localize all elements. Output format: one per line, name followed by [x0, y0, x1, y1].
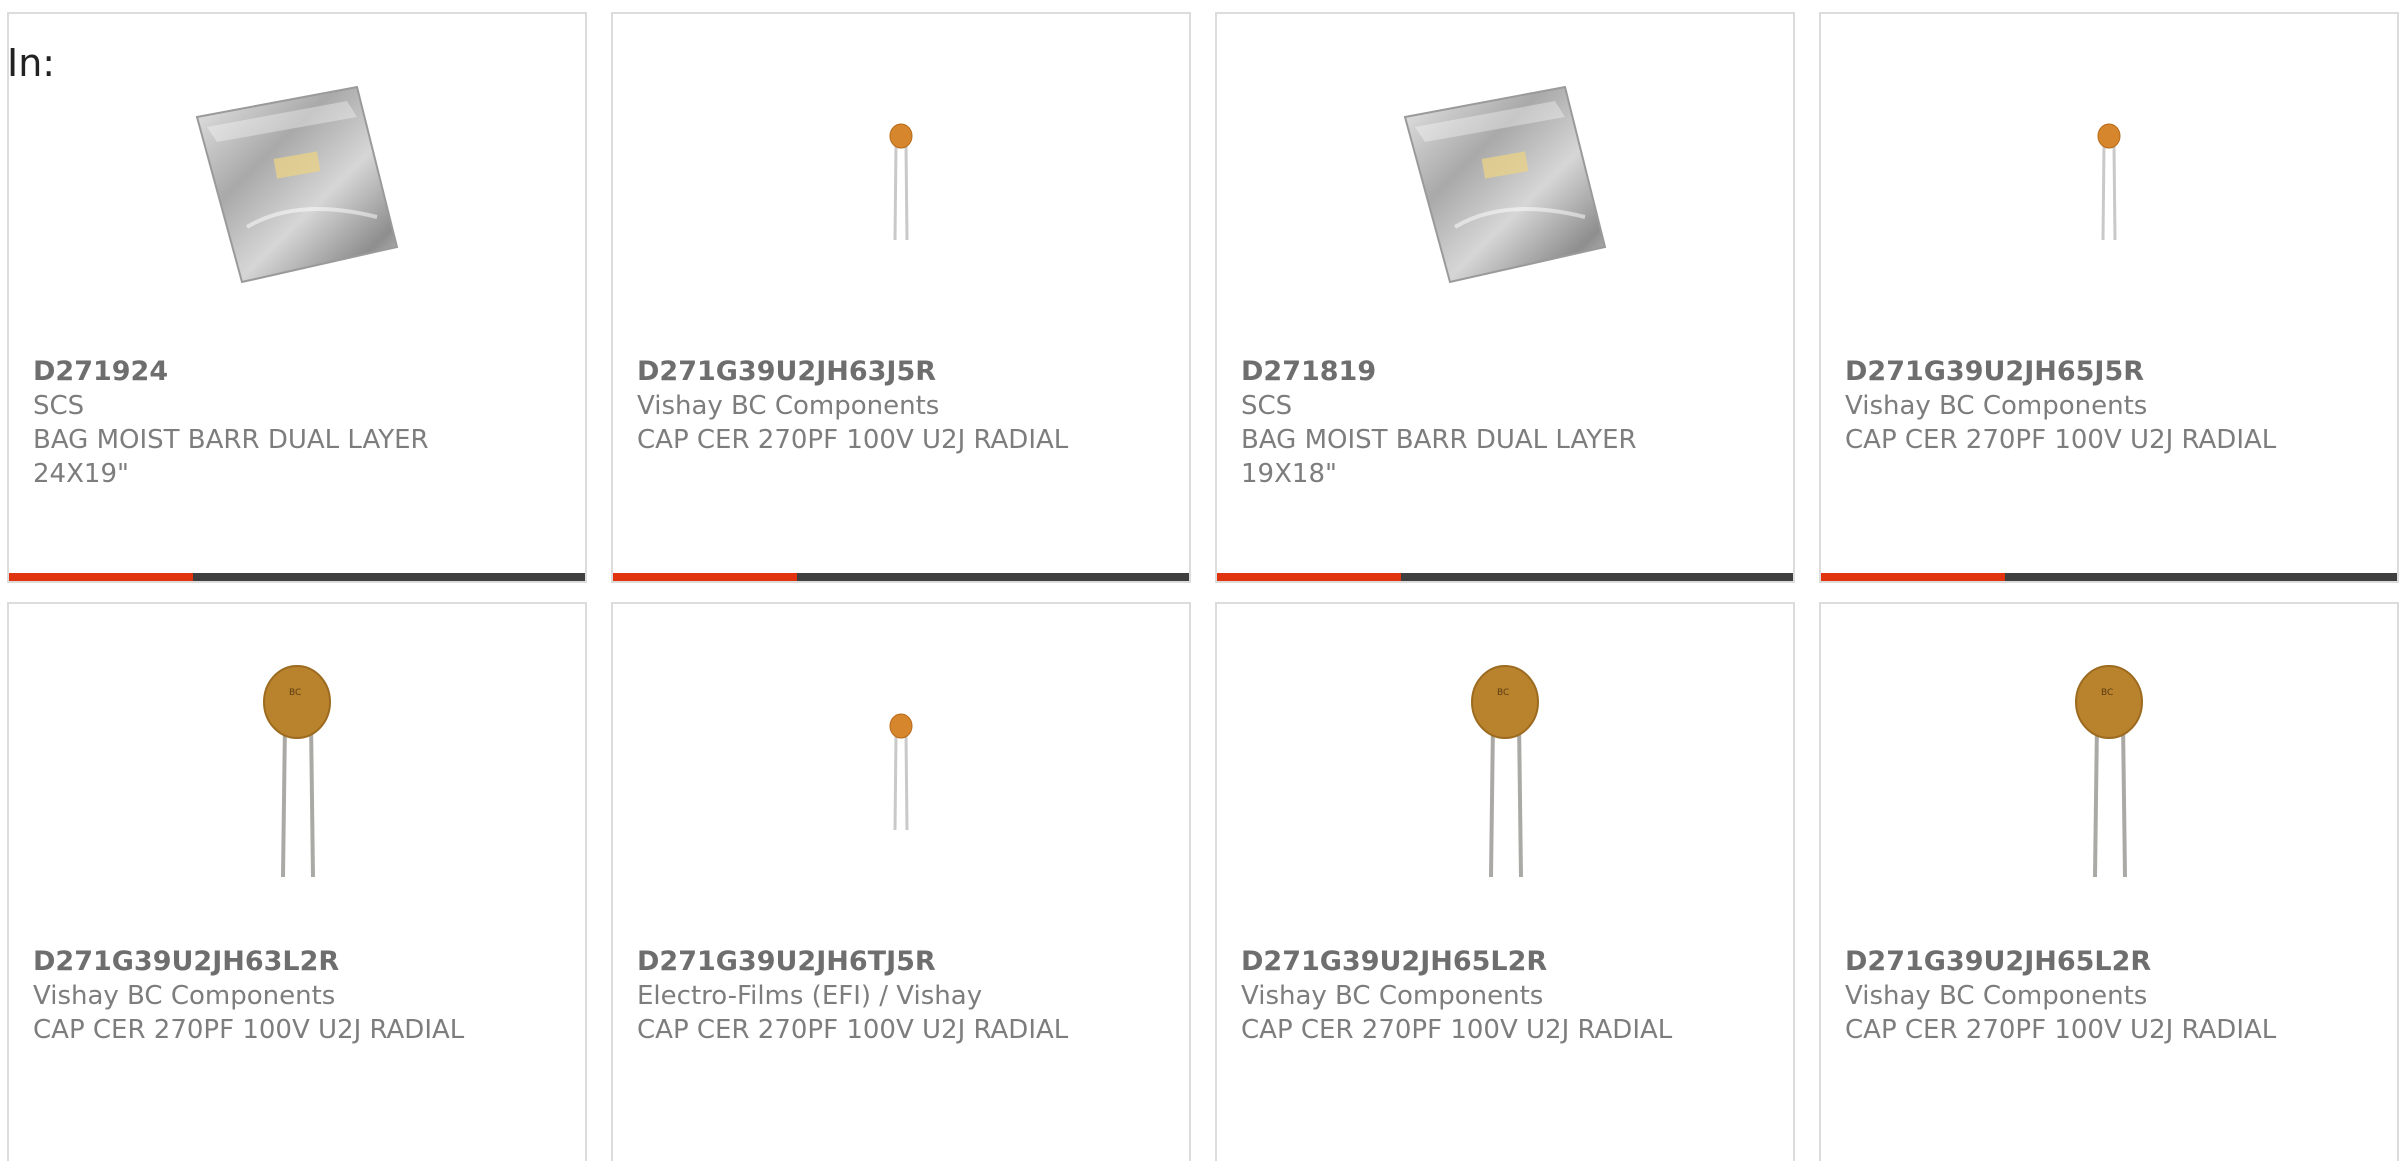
large-ceramic-capacitor-icon: BC [237, 662, 357, 886]
manufacturer: Vishay BC Components [1845, 391, 2148, 421]
small-ceramic-capacitor-icon [2079, 122, 2139, 246]
manufacturer: Electro-Films (EFI) / Vishay [637, 981, 983, 1011]
moisture-barrier-bag-icon [1395, 77, 1615, 291]
manufacturer: Vishay BC Components [33, 981, 336, 1011]
manufacturer: Vishay BC Components [637, 391, 940, 421]
part-number[interactable]: D271G39U2JH65J5R [1845, 355, 2373, 389]
large-ceramic-capacitor-icon: BC [2049, 662, 2169, 886]
product-results-page: In: D271924 SCS BAG MOIST BARR DUAL LAYE… [0, 0, 2400, 1161]
progress-bar [1217, 573, 1793, 581]
product-image [613, 654, 1189, 894]
moisture-barrier-bag-icon [187, 77, 407, 291]
product-card[interactable]: D271G39U2JH6TJ5R Electro-Films (EFI) / V… [611, 602, 1191, 1161]
description: CAP CER 270PF 100V U2J RADIAL [33, 1015, 465, 1045]
product-card[interactable]: BC D271G39U2JH65L2R Vishay BC Components… [1819, 602, 2399, 1161]
part-number[interactable]: D271G39U2JH65L2R [1845, 945, 2373, 979]
description: CAP CER 270PF 100V U2J RADIAL [1845, 425, 2277, 455]
product-image: BC [1217, 654, 1793, 894]
small-ceramic-capacitor-icon [871, 122, 931, 246]
svg-text:BC: BC [1497, 688, 1509, 698]
product-image [613, 64, 1189, 304]
progress-bar [1821, 573, 2397, 581]
description: BAG MOIST BARR DUAL LAYER 24X19" [33, 425, 429, 489]
part-number[interactable]: D271G39U2JH65L2R [1241, 945, 1769, 979]
manufacturer: SCS [33, 391, 85, 421]
manufacturer: SCS [1241, 391, 1293, 421]
progress-fill [613, 573, 798, 581]
part-number[interactable]: D271924 [33, 355, 561, 389]
part-number[interactable]: D271819 [1241, 355, 1769, 389]
product-image [1217, 64, 1793, 304]
product-card[interactable]: D271819 SCS BAG MOIST BARR DUAL LAYER 19… [1215, 12, 1795, 583]
part-number[interactable]: D271G39U2JH63J5R [637, 355, 1165, 389]
description: CAP CER 270PF 100V U2J RADIAL [637, 425, 1069, 455]
product-card[interactable]: BC D271G39U2JH65L2R Vishay BC Components… [1215, 602, 1795, 1161]
product-card[interactable]: BC D271G39U2JH63L2R Vishay BC Components… [7, 602, 587, 1161]
progress-fill [1821, 573, 2006, 581]
product-image [9, 64, 585, 304]
product-grid: D271924 SCS BAG MOIST BARR DUAL LAYER 24… [7, 12, 2399, 1161]
manufacturer: Vishay BC Components [1241, 981, 1544, 1011]
product-image: BC [1821, 654, 2397, 894]
progress-fill [1217, 573, 1402, 581]
progress-bar [9, 573, 585, 581]
svg-text:BC: BC [289, 688, 301, 698]
svg-text:BC: BC [2101, 688, 2113, 698]
progress-bar [613, 573, 1189, 581]
description: CAP CER 270PF 100V U2J RADIAL [1241, 1015, 1673, 1045]
in-label: In: [7, 41, 56, 85]
product-image: BC [9, 654, 585, 894]
small-ceramic-capacitor-icon [871, 712, 931, 836]
description: BAG MOIST BARR DUAL LAYER 19X18" [1241, 425, 1637, 489]
part-number[interactable]: D271G39U2JH6TJ5R [637, 945, 1165, 979]
part-number[interactable]: D271G39U2JH63L2R [33, 945, 561, 979]
product-image [1821, 64, 2397, 304]
description: CAP CER 270PF 100V U2J RADIAL [637, 1015, 1069, 1045]
large-ceramic-capacitor-icon: BC [1445, 662, 1565, 886]
progress-fill [9, 573, 194, 581]
product-card[interactable]: D271G39U2JH65J5R Vishay BC Components CA… [1819, 12, 2399, 583]
description: CAP CER 270PF 100V U2J RADIAL [1845, 1015, 2277, 1045]
product-card[interactable]: D271G39U2JH63J5R Vishay BC Components CA… [611, 12, 1191, 583]
product-card[interactable]: D271924 SCS BAG MOIST BARR DUAL LAYER 24… [7, 12, 587, 583]
manufacturer: Vishay BC Components [1845, 981, 2148, 1011]
